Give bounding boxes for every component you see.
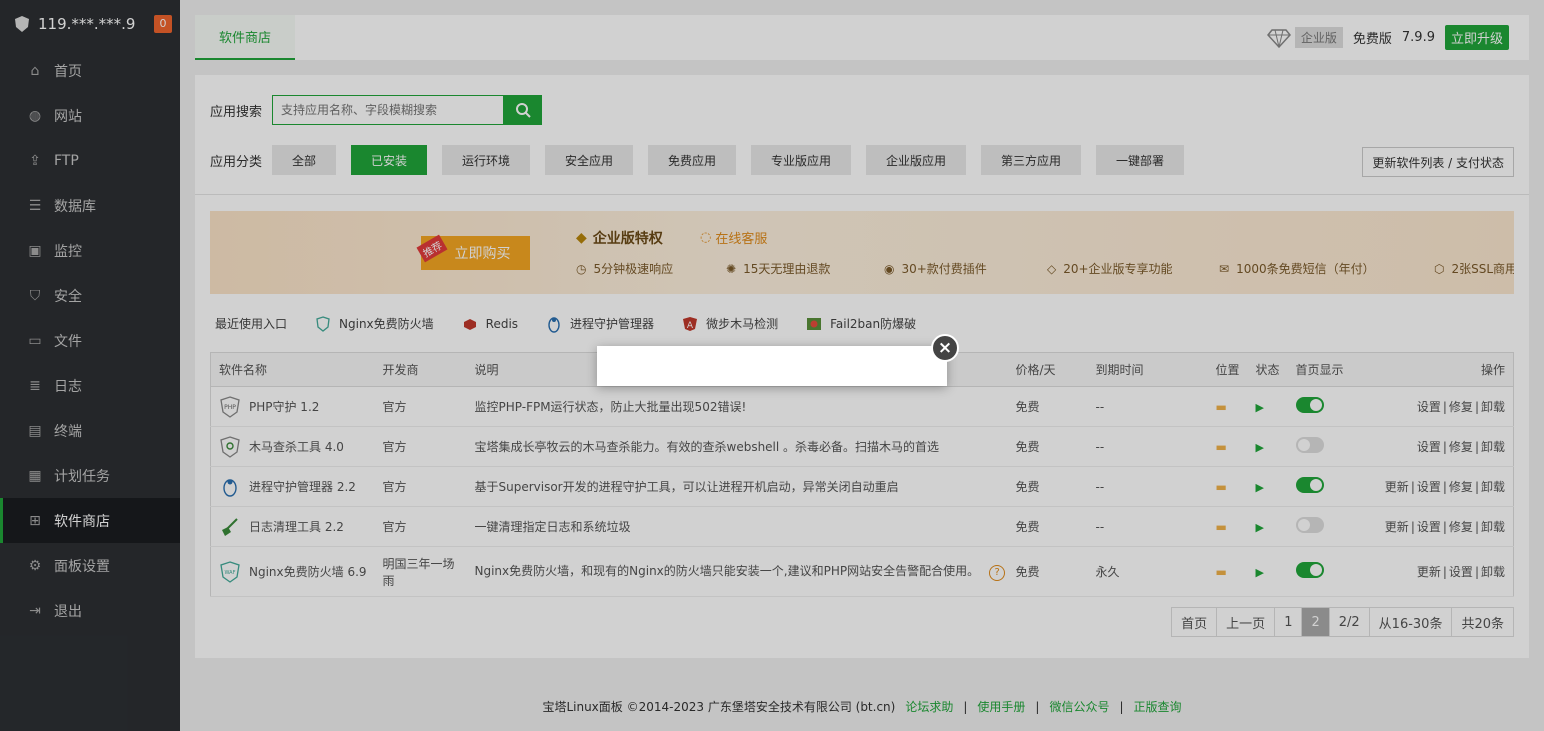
- modal-dialog: [597, 346, 947, 386]
- modal-close-button[interactable]: ×: [931, 334, 959, 362]
- close-icon: ×: [937, 338, 953, 358]
